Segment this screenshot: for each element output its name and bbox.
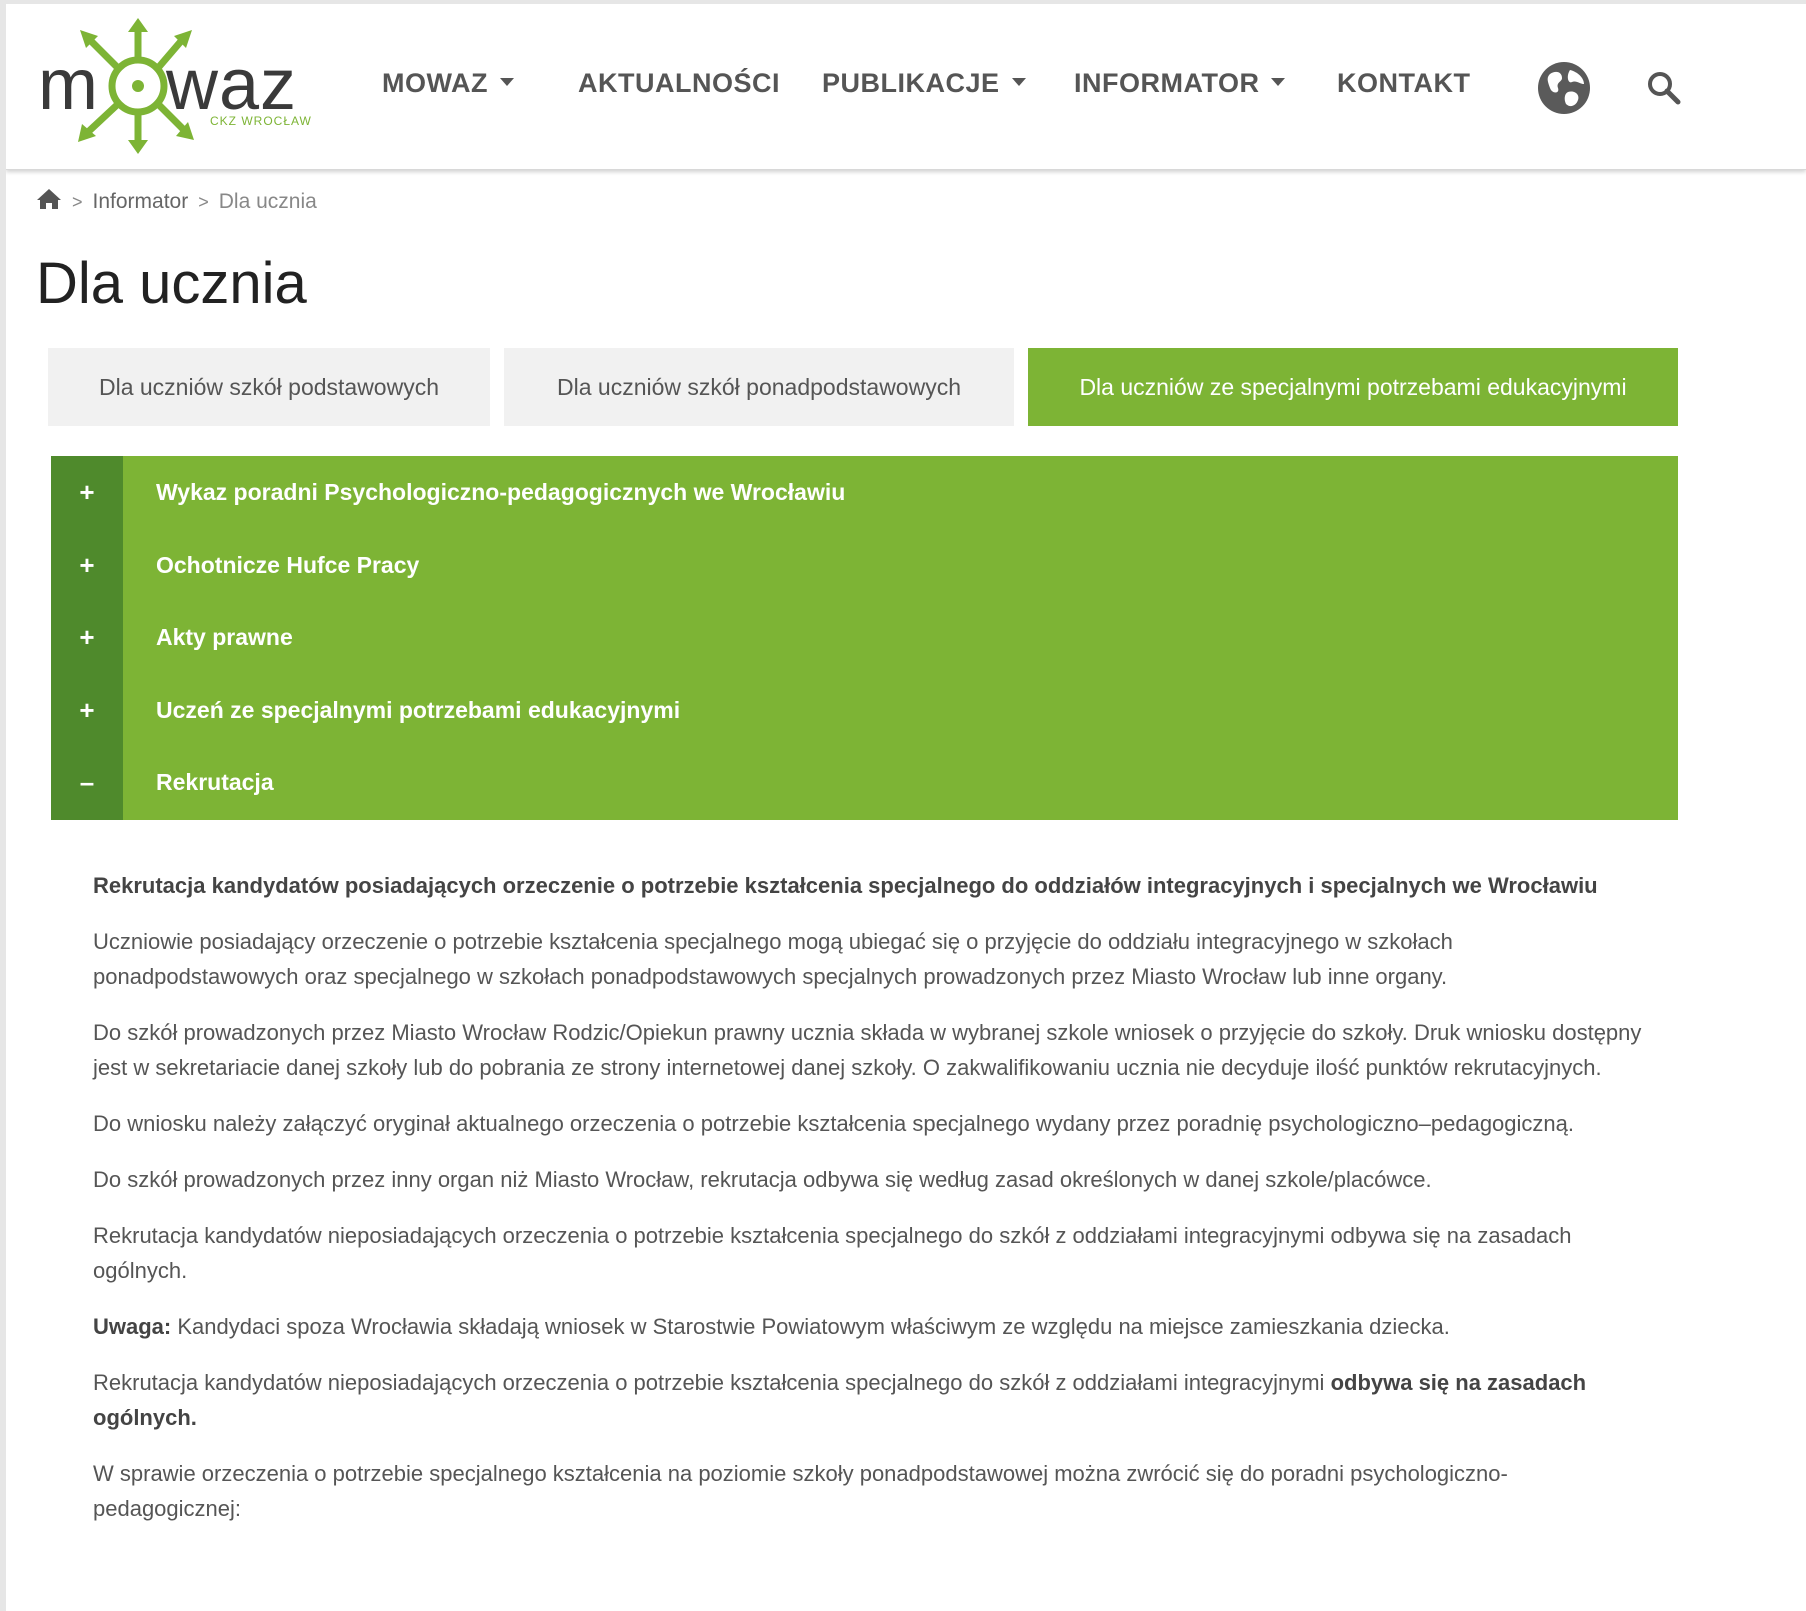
page: m waz CKZ WROCŁAW MOWAZ AKTUALNOŚCI PUBL…: [6, 4, 1806, 1611]
tab-special-needs[interactable]: Dla uczniów ze specjalnymi potrzebami ed…: [1028, 348, 1678, 426]
content-paragraph: Rekrutacja kandydatów nieposiadających o…: [93, 1365, 1653, 1435]
breadcrumb-item-informator[interactable]: Informator: [93, 190, 189, 214]
content-heading: Rekrutacja kandydatów posiadających orze…: [93, 873, 1598, 898]
accordion-item-title: Wykaz poradni Psychologiczno-pedagogiczn…: [156, 479, 846, 505]
tab-label: Dla uczniów szkół podstawowych: [98, 373, 440, 400]
accordion-item-rekrutacja[interactable]: – Rekrutacja: [51, 746, 1678, 818]
note-label: Uwaga:: [93, 1314, 172, 1339]
accordion-item-title: Rekrutacja: [156, 769, 274, 795]
nav-item-label: AKTUALNOŚCI: [578, 68, 780, 98]
site-header: m waz CKZ WROCŁAW MOWAZ AKTUALNOŚCI PUBL…: [6, 4, 1806, 170]
accordion-item-title: Uczeń ze specjalnymi potrzebami edukacyj…: [156, 697, 681, 723]
nav-item-label: PUBLIKACJE: [822, 68, 1000, 98]
nav-item-aktualnosci[interactable]: AKTUALNOŚCI: [578, 68, 780, 99]
page-title: Dla ucznia: [36, 251, 307, 316]
accordion-item-title: Akty prawne: [156, 624, 293, 650]
paragraph-text: Rekrutacja kandydatów nieposiadających o…: [93, 1370, 1331, 1395]
caret-down-icon: [1011, 77, 1026, 86]
nav-item-informator[interactable]: INFORMATOR: [1074, 68, 1286, 99]
globe-icon[interactable]: [1536, 60, 1592, 116]
accordion: + Wykaz poradni Psychologiczno-pedagogic…: [51, 456, 1678, 820]
nav-item-publikacje[interactable]: PUBLIKACJE: [822, 68, 1026, 99]
plus-icon[interactable]: +: [51, 529, 123, 601]
accordion-item-ohp[interactable]: + Ochotnicze Hufce Pracy: [51, 529, 1678, 601]
accordion-item-akty-prawne[interactable]: + Akty prawne: [51, 601, 1678, 673]
tab-label: Dla uczniów szkół ponadpodstawowych: [557, 373, 961, 400]
breadcrumb-item-current: Dla ucznia: [218, 190, 317, 213]
note-text: Kandydaci spoza Wrocławia składają wnios…: [171, 1314, 1450, 1339]
tab-label: Dla uczniów ze specjalnymi potrzebami ed…: [1079, 373, 1627, 400]
accordion-panel-rekrutacja: Rekrutacja kandydatów posiadających orze…: [93, 868, 1653, 1547]
nav-item-kontakt[interactable]: KONTAKT: [1337, 68, 1470, 99]
nav-item-label: KONTAKT: [1337, 68, 1471, 98]
search-icon[interactable]: [1646, 70, 1682, 106]
tab-primary-schools[interactable]: Dla uczniów szkół podstawowych: [48, 348, 490, 426]
content-paragraph: Uczniowie posiadający orzeczenie o potrz…: [93, 929, 1453, 989]
breadcrumb-separator: >: [198, 191, 209, 212]
accordion-item-uczen-spe[interactable]: + Uczeń ze specjalnymi potrzebami edukac…: [51, 674, 1678, 746]
site-logo[interactable]: m waz CKZ WROCŁAW: [32, 16, 322, 156]
accordion-item-poradnie[interactable]: + Wykaz poradni Psychologiczno-pedagogic…: [51, 456, 1678, 528]
nav-item-mowaz[interactable]: MOWAZ: [382, 68, 514, 99]
content-paragraph: Do szkół prowadzonych przez Miasto Wrocł…: [93, 1020, 1642, 1080]
logo-text-left: m: [38, 45, 99, 125]
nav-item-label: MOWAZ: [382, 68, 488, 98]
caret-down-icon: [1271, 77, 1286, 86]
home-icon[interactable]: [36, 188, 62, 216]
caret-down-icon: [499, 77, 514, 86]
content-paragraph: Do szkół prowadzonych przez inny organ n…: [93, 1167, 1432, 1192]
breadcrumb: > Informator > Dla ucznia: [36, 188, 317, 216]
tab-secondary-schools[interactable]: Dla uczniów szkół ponadpodstawowych: [504, 348, 1014, 426]
plus-icon[interactable]: +: [51, 674, 123, 746]
nav-item-label: INFORMATOR: [1074, 68, 1260, 98]
content-paragraph: Rekrutacja kandydatów nieposiadających o…: [93, 1223, 1572, 1283]
plus-icon[interactable]: +: [51, 601, 123, 673]
logo-subtitle: CKZ WROCŁAW: [210, 114, 312, 128]
plus-icon[interactable]: +: [51, 456, 123, 528]
content-paragraph: Do wniosku należy załączyć oryginał aktu…: [93, 1111, 1574, 1136]
accordion-item-title: Ochotnicze Hufce Pracy: [156, 552, 420, 578]
breadcrumb-separator: >: [72, 191, 83, 212]
content-paragraph: W sprawie orzeczenia o potrzebie specjal…: [93, 1461, 1508, 1521]
minus-icon[interactable]: –: [51, 746, 123, 818]
content-paragraph-note: Uwaga: Kandydaci spoza Wrocławia składaj…: [93, 1309, 1653, 1344]
